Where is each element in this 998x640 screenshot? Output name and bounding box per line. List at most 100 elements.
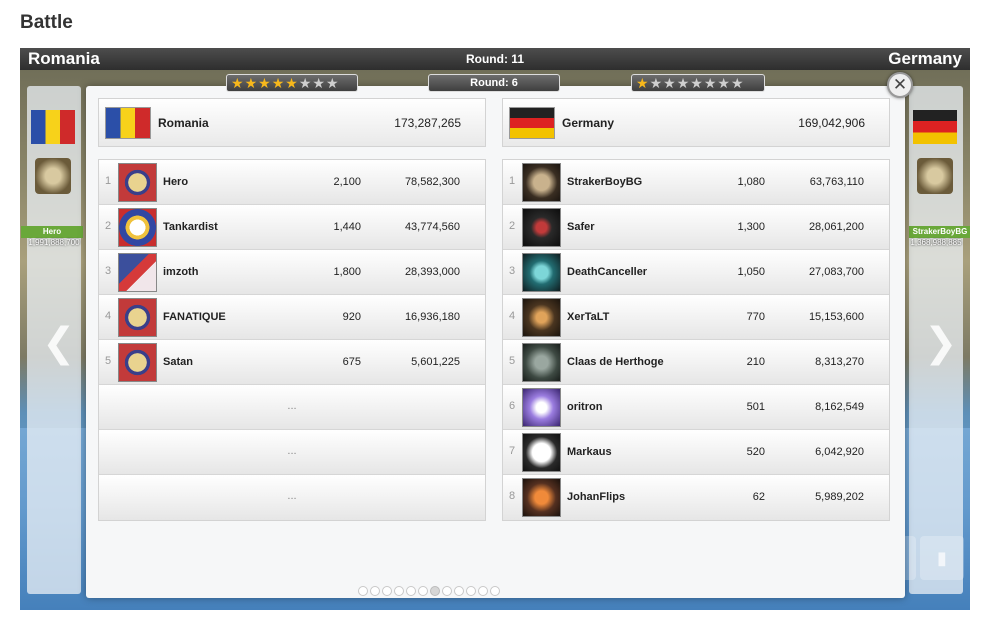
player-damage: 6,042,920 <box>815 446 864 458</box>
player-kills: 1,800 <box>333 266 361 278</box>
player-name: Satan <box>163 356 193 368</box>
player-kills: 520 <box>746 446 765 458</box>
star-icon: ★ <box>703 75 717 91</box>
player-row[interactable]: 6 oritron 501 8,162,549 <box>503 385 889 430</box>
player-row[interactable]: 3 imzoth 1,800 28,393,000 <box>99 250 485 295</box>
player-avatar <box>522 298 561 337</box>
player-kills: 210 <box>746 356 765 368</box>
player-damage: 28,061,200 <box>808 221 864 233</box>
star-icon: ★ <box>649 75 663 91</box>
player-kills: 1,440 <box>333 221 361 233</box>
defender-country-name: Germany <box>888 49 962 68</box>
pager-dot[interactable] <box>382 586 392 596</box>
star-icon: ★ <box>285 75 298 91</box>
player-avatar <box>118 208 157 247</box>
player-name: FANATIQUE <box>163 311 226 323</box>
star-icon: ★ <box>244 75 258 91</box>
player-row[interactable]: 2 Safer 1,300 28,061,200 <box>503 205 889 250</box>
romania-flag-icon <box>31 110 75 144</box>
player-kills: 675 <box>342 356 361 368</box>
defender-column: Germany 169,042,906 1 StrakerBoyBG 1,080… <box>502 98 890 521</box>
battle-top-bar: Romania Round: 11 Germany <box>20 48 970 70</box>
player-avatar <box>118 343 157 382</box>
battle-round-modal: Romania 173,287,265 1 Hero 2,100 78,582,… <box>86 86 905 598</box>
player-rank: 5 <box>105 355 112 367</box>
player-rank: 8 <box>509 490 516 502</box>
player-row[interactable]: 8 JohanFlips 62 5,989,202 <box>503 475 889 520</box>
star-icon: ★ <box>676 75 690 91</box>
player-damage: 15,153,600 <box>808 311 864 323</box>
player-rank: 2 <box>105 220 112 232</box>
star-icon: ★ <box>663 75 676 91</box>
player-kills: 770 <box>746 311 765 323</box>
pager-dot[interactable] <box>478 586 488 596</box>
player-avatar <box>522 388 561 427</box>
star-icon: ★ <box>690 75 703 91</box>
player-row[interactable]: 2 Tankardist 1,440 43,774,560 <box>99 205 485 250</box>
player-rank: 1 <box>509 175 516 187</box>
round-pager <box>358 586 500 596</box>
battle-viewer: Romania Round: 11 Germany Hero 1,991,888… <box>20 48 970 610</box>
pager-dot[interactable] <box>490 586 500 596</box>
chevron-left-icon[interactable]: ❮ <box>42 320 76 366</box>
chevron-right-icon[interactable]: ❯ <box>924 320 958 366</box>
player-row[interactable]: 4 FANATIQUE 920 16,936,180 <box>99 295 485 340</box>
player-avatar <box>118 253 157 292</box>
pager-dot[interactable] <box>370 586 380 596</box>
player-avatar <box>522 343 561 382</box>
player-row[interactable]: 3 DeathCanceller 1,050 27,083,700 <box>503 250 889 295</box>
pager-dot[interactable] <box>406 586 416 596</box>
player-kills: 920 <box>342 311 361 323</box>
pager-dot[interactable] <box>358 586 368 596</box>
attacker-total-damage: 173,287,265 <box>394 116 461 130</box>
player-name: Markaus <box>567 446 612 458</box>
player-row[interactable]: 1 StrakerBoyBG 1,080 63,763,110 <box>503 160 889 205</box>
player-damage: 27,083,700 <box>808 266 864 278</box>
player-name: StrakerBoyBG <box>567 176 643 188</box>
player-name: Safer <box>567 221 595 233</box>
empty-row-placeholder: ... <box>287 490 297 502</box>
pager-dot[interactable] <box>430 586 440 596</box>
star-icon: ★ <box>730 75 744 91</box>
player-rank: 4 <box>509 310 516 322</box>
attacker-column: Romania 173,287,265 1 Hero 2,100 78,582,… <box>98 98 486 521</box>
pager-dot[interactable] <box>394 586 404 596</box>
pager-dot[interactable] <box>442 586 452 596</box>
side-total-value: 1,368,988,885 <box>910 238 962 247</box>
bar-chart-icon[interactable]: ▮ <box>920 536 964 580</box>
attacker-star-rating: ★ ★ ★ ★ ★ ★ ★ ★ <box>226 74 358 92</box>
top-player-avatar <box>35 158 71 194</box>
defender-total-damage: 169,042,906 <box>798 116 865 130</box>
star-icon: ★ <box>298 75 312 91</box>
pager-dot[interactable] <box>418 586 428 596</box>
player-name: imzoth <box>163 266 199 278</box>
attacker-player-list: 1 Hero 2,100 78,582,300 2 Tankardist 1,4… <box>98 159 486 521</box>
player-name: oritron <box>567 401 603 413</box>
player-row[interactable]: 4 XerTaLT 770 15,153,600 <box>503 295 889 340</box>
player-name: Hero <box>163 176 189 188</box>
defender-country-label: Germany <box>562 116 615 130</box>
top-player-badge: StrakerBoyBG <box>909 226 970 238</box>
player-damage: 63,763,110 <box>809 176 864 188</box>
player-name: DeathCanceller <box>567 266 648 278</box>
player-damage: 28,393,000 <box>404 266 460 278</box>
player-row[interactable]: 5 Satan 675 5,601,225 <box>99 340 485 385</box>
player-damage: 16,936,180 <box>404 311 460 323</box>
player-avatar <box>522 253 561 292</box>
player-row[interactable]: 7 Markaus 520 6,042,920 <box>503 430 889 475</box>
player-kills: 501 <box>746 401 765 413</box>
pager-dot[interactable] <box>454 586 464 596</box>
empty-row: ... <box>99 385 485 430</box>
germany-flag-icon <box>913 110 957 144</box>
page-title: Battle <box>20 12 73 33</box>
player-rank: 1 <box>105 175 112 187</box>
player-damage: 5,601,225 <box>411 356 460 368</box>
player-row[interactable]: 5 Claas de Herthoge 210 8,313,270 <box>503 340 889 385</box>
player-rank: 7 <box>509 445 516 457</box>
player-avatar <box>522 478 561 517</box>
pager-dot[interactable] <box>466 586 476 596</box>
player-kills: 62 <box>752 491 765 503</box>
close-icon[interactable]: ✕ <box>887 72 913 98</box>
player-avatar <box>522 433 561 472</box>
player-row[interactable]: 1 Hero 2,100 78,582,300 <box>99 160 485 205</box>
